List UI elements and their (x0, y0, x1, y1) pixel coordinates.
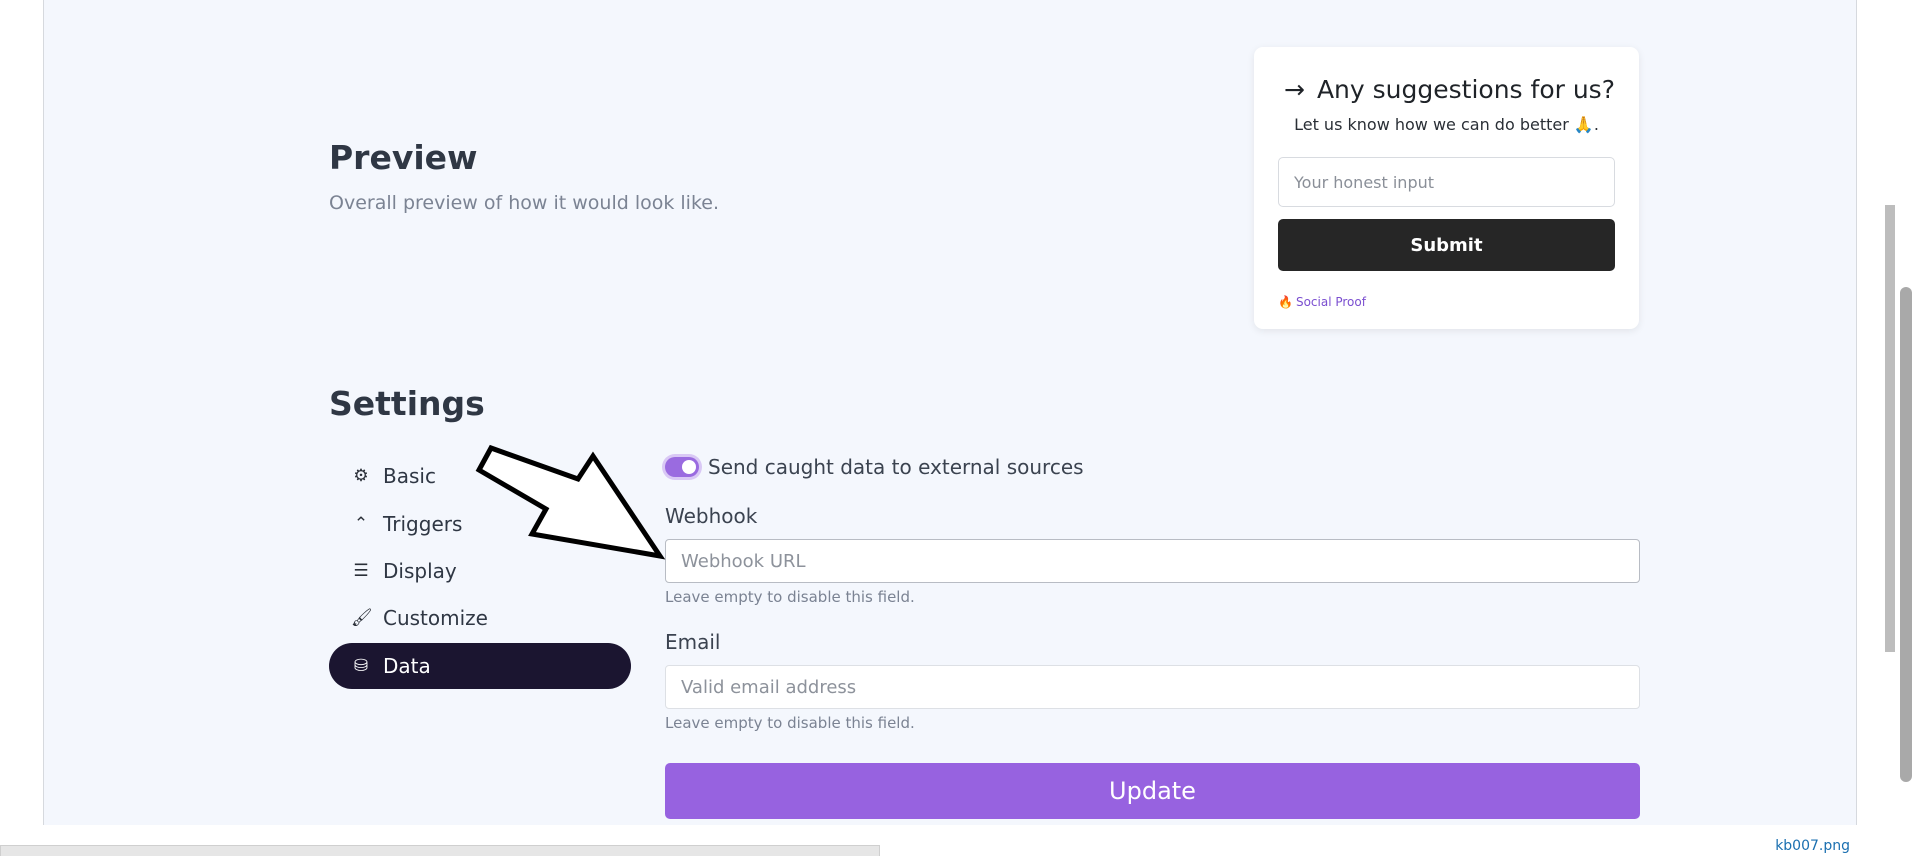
annotation-arrow-icon (475, 444, 666, 560)
preview-subtitle: Overall preview of how it would look lik… (329, 192, 720, 214)
preview-title: Preview (329, 138, 478, 177)
chevron-up-icon: ⌃ (353, 514, 369, 534)
fire-icon: 🔥 (1278, 295, 1293, 309)
sidebar-item-label: Display (383, 559, 457, 583)
window-scrollbar-thumb[interactable] (1900, 287, 1912, 782)
social-proof-label: Social Proof (1295, 295, 1366, 309)
arrow-right-icon: → (1284, 75, 1305, 104)
sidebar-item-label: Basic (383, 464, 436, 488)
webhook-url-input[interactable] (665, 539, 1640, 583)
update-button[interactable]: Update (665, 763, 1640, 819)
database-icon: ⛁ (353, 656, 369, 676)
widget-heading-text: Any suggestions for us? (1316, 75, 1615, 104)
sidebar-item-data[interactable]: ⛁ Data (329, 643, 631, 689)
email-input[interactable] (665, 665, 1640, 709)
external-sources-toggle[interactable]: Send caught data to external sources (665, 455, 1084, 479)
sidebar-item-label: Data (383, 654, 431, 678)
settings-title: Settings (329, 384, 485, 423)
gear-icon: ⚙ (353, 466, 369, 486)
brush-icon: 🖌 (351, 608, 373, 628)
toggle-knob (682, 460, 696, 474)
toggle-label: Send caught data to external sources (708, 455, 1084, 479)
sidebar-item-label: Triggers (383, 512, 463, 536)
widget-feedback-input[interactable] (1278, 157, 1615, 207)
webhook-label: Webhook (665, 504, 758, 528)
sliders-icon: ☰ (353, 561, 369, 581)
sidebar-item-label: Customize (383, 606, 488, 630)
widget-subheading: Let us know how we can do better 🙏. (1294, 115, 1599, 134)
widget-heading: → Any suggestions for us? (1284, 75, 1615, 104)
browser-status-bar (0, 845, 880, 856)
email-help-text: Leave empty to disable this field. (665, 714, 915, 732)
webhook-help-text: Leave empty to disable this field. (665, 588, 915, 606)
social-proof-link[interactable]: 🔥 Social Proof (1278, 295, 1366, 309)
page-content: Preview Overall preview of how it would … (43, 0, 1899, 825)
filename-label: kb007.png (1775, 838, 1850, 854)
email-label: Email (665, 630, 721, 654)
feedback-widget-preview: → Any suggestions for us? Let us know how… (1254, 47, 1639, 329)
widget-submit-button[interactable]: Submit (1278, 219, 1615, 271)
sidebar-item-customize[interactable]: 🖌 Customize (329, 595, 631, 641)
